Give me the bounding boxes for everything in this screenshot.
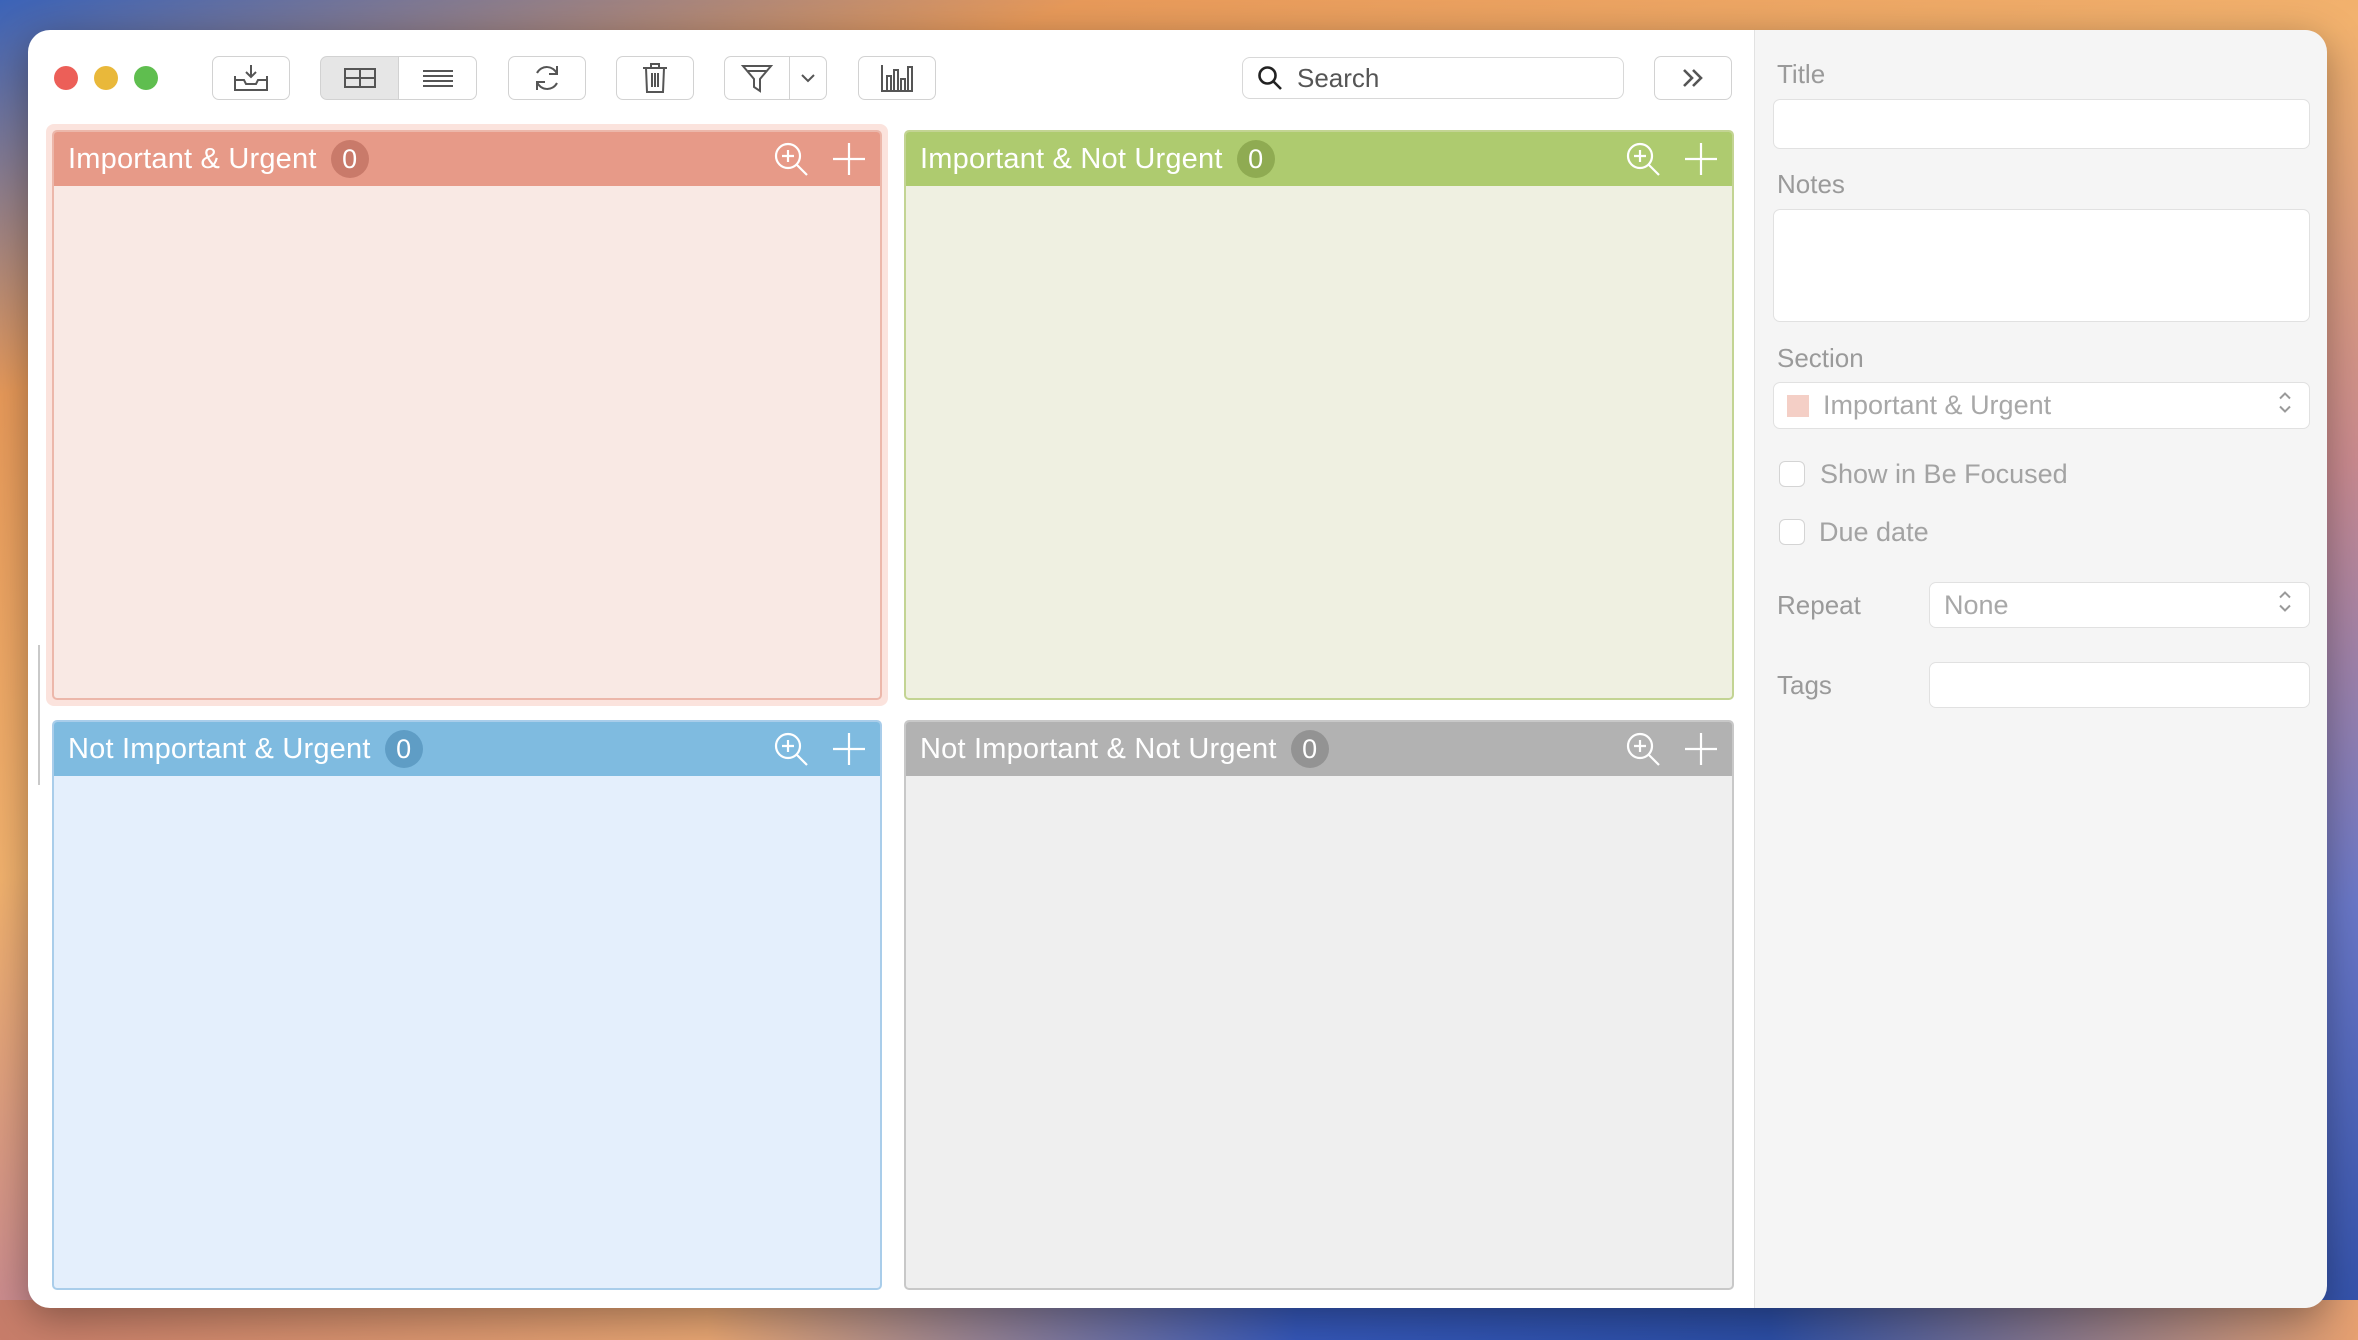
- section-color-swatch: [1787, 394, 1809, 417]
- chevron-down-icon: [801, 74, 815, 83]
- quadrant-header: Important & Urgent 0: [54, 132, 880, 186]
- quadrant-header: Not Important & Urgent 0: [54, 722, 880, 776]
- grid-view-button[interactable]: [320, 56, 399, 100]
- zoom-window-button[interactable]: [134, 66, 158, 90]
- filter-options-button[interactable]: [789, 56, 827, 100]
- statistics-button[interactable]: [858, 56, 936, 100]
- section-value: Important & Urgent: [1823, 390, 2052, 420]
- up-down-arrows-icon: [2279, 591, 2291, 612]
- zoom-in-icon[interactable]: [1624, 730, 1662, 768]
- zoom-in-icon[interactable]: [772, 140, 810, 178]
- resize-handle[interactable]: [38, 645, 40, 785]
- add-icon[interactable]: [1682, 140, 1720, 178]
- quadrant-header: Important & Not Urgent 0: [906, 132, 1732, 186]
- filter-button[interactable]: [724, 56, 790, 100]
- quadrant-title: Not Important & Not Urgent: [920, 732, 1277, 765]
- search-input[interactable]: [1295, 61, 1599, 95]
- due-date-label: Due date: [1819, 517, 1929, 547]
- refresh-button[interactable]: [508, 56, 586, 100]
- show-in-be-focused-checkbox[interactable]: [1779, 461, 1805, 487]
- quadrant-title: Not Important & Urgent: [68, 732, 371, 765]
- search-icon: [1258, 66, 1282, 90]
- quadrant-title: Important & Not Urgent: [920, 142, 1223, 175]
- show-in-be-focused-label: Show in Be Focused: [1820, 459, 2068, 489]
- up-down-arrows-icon: [2279, 391, 2291, 413]
- repeat-label: Repeat: [1777, 590, 1861, 620]
- quadrant-header: Not Important & Not Urgent 0: [906, 722, 1732, 776]
- grid-view-icon: [343, 68, 376, 88]
- double-chevron-right-icon: [1683, 69, 1703, 87]
- tags-label: Tags: [1777, 670, 1832, 700]
- add-icon[interactable]: [830, 140, 868, 178]
- title-label: Title: [1777, 59, 1826, 89]
- section-popup[interactable]: Important & Urgent: [1773, 382, 2310, 429]
- toggle-inspector-button[interactable]: [1654, 56, 1732, 100]
- zoom-in-icon[interactable]: [772, 730, 810, 768]
- inbox-tray-icon: [234, 65, 268, 91]
- quadrant-important-urgent[interactable]: Important & Urgent 0: [52, 130, 882, 700]
- bar-chart-icon: [881, 65, 913, 92]
- quadrant-count-badge: 0: [330, 140, 369, 178]
- repeat-popup[interactable]: None: [1929, 582, 2310, 628]
- close-window-button[interactable]: [54, 66, 78, 90]
- list-view-icon: [422, 70, 453, 87]
- quadrant-important-not-urgent[interactable]: Important & Not Urgent 0: [904, 130, 1734, 700]
- list-view-button[interactable]: [398, 56, 477, 100]
- notes-field[interactable]: [1773, 209, 2310, 322]
- refresh-icon: [536, 66, 558, 90]
- section-label: Section: [1777, 343, 1864, 373]
- tags-field[interactable]: [1929, 662, 2310, 708]
- due-date-checkbox[interactable]: [1779, 519, 1805, 545]
- quadrant-not-important-urgent[interactable]: Not Important & Urgent 0: [52, 720, 882, 1290]
- inbox-button[interactable]: [212, 56, 290, 100]
- add-icon[interactable]: [830, 730, 868, 768]
- filter-funnel-icon: [740, 65, 774, 93]
- quadrant-count-badge: 0: [1236, 140, 1275, 178]
- title-field[interactable]: [1773, 99, 2310, 149]
- minimize-window-button[interactable]: [94, 66, 118, 90]
- add-icon[interactable]: [1682, 730, 1720, 768]
- quadrant-count-badge: 0: [1290, 730, 1329, 768]
- delete-button[interactable]: [616, 56, 694, 100]
- repeat-value: None: [1944, 589, 2009, 620]
- quadrant-title: Important & Urgent: [68, 142, 317, 175]
- notes-label: Notes: [1777, 169, 1845, 199]
- quadrant-count-badge: 0: [384, 730, 423, 768]
- trash-icon: [643, 63, 667, 93]
- zoom-in-icon[interactable]: [1624, 140, 1662, 178]
- quadrant-not-important-not-urgent[interactable]: Not Important & Not Urgent 0: [904, 720, 1734, 1290]
- search-field[interactable]: [1242, 57, 1624, 99]
